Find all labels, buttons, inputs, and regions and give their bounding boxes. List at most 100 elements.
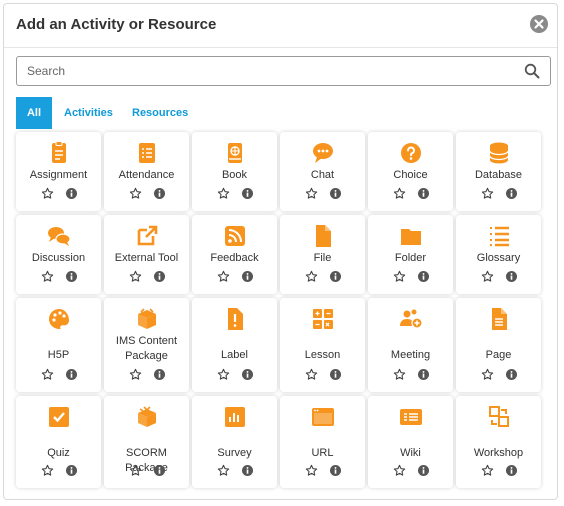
info-icon[interactable] bbox=[242, 188, 253, 199]
feedback-icon bbox=[225, 226, 245, 246]
info-icon[interactable] bbox=[66, 465, 77, 476]
star-icon[interactable] bbox=[393, 187, 406, 200]
meeting-icon bbox=[400, 309, 423, 329]
info-icon[interactable] bbox=[330, 271, 341, 282]
info-icon[interactable] bbox=[154, 369, 165, 380]
info-icon[interactable] bbox=[506, 465, 517, 476]
info-icon[interactable] bbox=[154, 271, 165, 282]
info-icon[interactable] bbox=[242, 271, 253, 282]
star-icon[interactable] bbox=[217, 368, 230, 381]
survey-icon bbox=[225, 407, 245, 427]
activity-tile-database[interactable]: Database bbox=[456, 132, 541, 211]
info-icon[interactable] bbox=[242, 369, 253, 380]
activity-tile-folder[interactable]: Folder bbox=[368, 215, 453, 294]
close-icon[interactable] bbox=[530, 15, 548, 33]
info-icon[interactable] bbox=[418, 369, 429, 380]
info-icon[interactable] bbox=[330, 369, 341, 380]
star-icon[interactable] bbox=[481, 187, 494, 200]
search-field[interactable] bbox=[16, 56, 551, 86]
star-icon[interactable] bbox=[305, 270, 318, 283]
tab-resources[interactable]: Resources bbox=[132, 97, 188, 129]
star-icon[interactable] bbox=[217, 187, 230, 200]
info-icon[interactable] bbox=[66, 188, 77, 199]
activity-tile-ims-content-package[interactable]: IMS Content Package bbox=[104, 298, 189, 392]
star-icon[interactable] bbox=[393, 464, 406, 477]
modal-header: Add an Activity or Resource bbox=[4, 4, 557, 48]
star-icon[interactable] bbox=[481, 270, 494, 283]
star-icon[interactable] bbox=[129, 270, 142, 283]
activity-tile-meeting[interactable]: Meeting bbox=[368, 298, 453, 392]
star-icon[interactable] bbox=[305, 187, 318, 200]
book-icon bbox=[228, 143, 242, 163]
activity-tile-label[interactable]: Label bbox=[192, 298, 277, 392]
activity-tile-chat[interactable]: Chat bbox=[280, 132, 365, 211]
star-icon[interactable] bbox=[41, 187, 54, 200]
star-icon[interactable] bbox=[217, 270, 230, 283]
star-icon[interactable] bbox=[41, 270, 54, 283]
activity-label: IMS Content Package bbox=[115, 335, 178, 362]
workshop-icon bbox=[489, 406, 509, 427]
activity-tile-url[interactable]: URL bbox=[280, 396, 365, 488]
activity-label: Database bbox=[474, 169, 523, 181]
activity-tile-book[interactable]: Book bbox=[192, 132, 277, 211]
lesson-icon bbox=[313, 309, 333, 329]
activity-label: Meeting bbox=[390, 349, 431, 361]
star-icon[interactable] bbox=[393, 270, 406, 283]
activity-tile-glossary[interactable]: Glossary bbox=[456, 215, 541, 294]
activity-tile-h5p[interactable]: H5P bbox=[16, 298, 101, 392]
chat-icon bbox=[313, 143, 333, 163]
info-icon[interactable] bbox=[418, 271, 429, 282]
info-icon[interactable] bbox=[330, 188, 341, 199]
info-icon[interactable] bbox=[242, 465, 253, 476]
star-icon[interactable] bbox=[41, 368, 54, 381]
search-input[interactable] bbox=[27, 57, 517, 85]
file-icon bbox=[316, 225, 331, 247]
activity-tile-feedback[interactable]: Feedback bbox=[192, 215, 277, 294]
tab-all[interactable]: All bbox=[16, 97, 52, 129]
info-icon[interactable] bbox=[154, 465, 165, 476]
info-icon[interactable] bbox=[418, 465, 429, 476]
star-icon[interactable] bbox=[41, 464, 54, 477]
activity-tile-survey[interactable]: Survey bbox=[192, 396, 277, 488]
activity-tile-assignment[interactable]: Assignment bbox=[16, 132, 101, 211]
star-icon[interactable] bbox=[305, 368, 318, 381]
info-icon[interactable] bbox=[154, 188, 165, 199]
info-icon[interactable] bbox=[330, 465, 341, 476]
glossary-icon bbox=[490, 226, 509, 247]
info-icon[interactable] bbox=[506, 271, 517, 282]
activity-label: Workshop bbox=[473, 447, 524, 459]
ims-package-icon bbox=[138, 308, 156, 329]
activity-label: Glossary bbox=[476, 252, 521, 264]
star-icon[interactable] bbox=[129, 187, 142, 200]
search-icon[interactable] bbox=[524, 63, 540, 79]
activity-tile-quiz[interactable]: Quiz bbox=[16, 396, 101, 488]
info-icon[interactable] bbox=[66, 271, 77, 282]
discussion-icon bbox=[48, 227, 71, 246]
activity-tile-page[interactable]: Page bbox=[456, 298, 541, 392]
activity-label: Book bbox=[221, 169, 248, 181]
info-icon[interactable] bbox=[418, 188, 429, 199]
star-icon[interactable] bbox=[305, 464, 318, 477]
activity-tile-choice[interactable]: Choice bbox=[368, 132, 453, 211]
activity-tile-workshop[interactable]: Workshop bbox=[456, 396, 541, 488]
star-icon[interactable] bbox=[129, 368, 142, 381]
star-icon[interactable] bbox=[129, 464, 142, 477]
activity-tile-discussion[interactable]: Discussion bbox=[16, 215, 101, 294]
star-icon[interactable] bbox=[481, 368, 494, 381]
info-icon[interactable] bbox=[506, 369, 517, 380]
activity-tile-external-tool[interactable]: External Tool bbox=[104, 215, 189, 294]
star-icon[interactable] bbox=[481, 464, 494, 477]
activity-tile-lesson[interactable]: Lesson bbox=[280, 298, 365, 392]
activity-tile-attendance[interactable]: Attendance bbox=[104, 132, 189, 211]
h5p-icon bbox=[49, 309, 69, 329]
star-icon[interactable] bbox=[217, 464, 230, 477]
activity-tile-wiki[interactable]: Wiki bbox=[368, 396, 453, 488]
activity-label: Label bbox=[221, 349, 248, 361]
activity-tile-file[interactable]: File bbox=[280, 215, 365, 294]
folder-icon bbox=[401, 229, 421, 245]
info-icon[interactable] bbox=[506, 188, 517, 199]
tab-activities[interactable]: Activities bbox=[64, 97, 113, 129]
star-icon[interactable] bbox=[393, 368, 406, 381]
activity-tile-scorm-package[interactable]: SCORM Package bbox=[104, 396, 189, 488]
info-icon[interactable] bbox=[66, 369, 77, 380]
